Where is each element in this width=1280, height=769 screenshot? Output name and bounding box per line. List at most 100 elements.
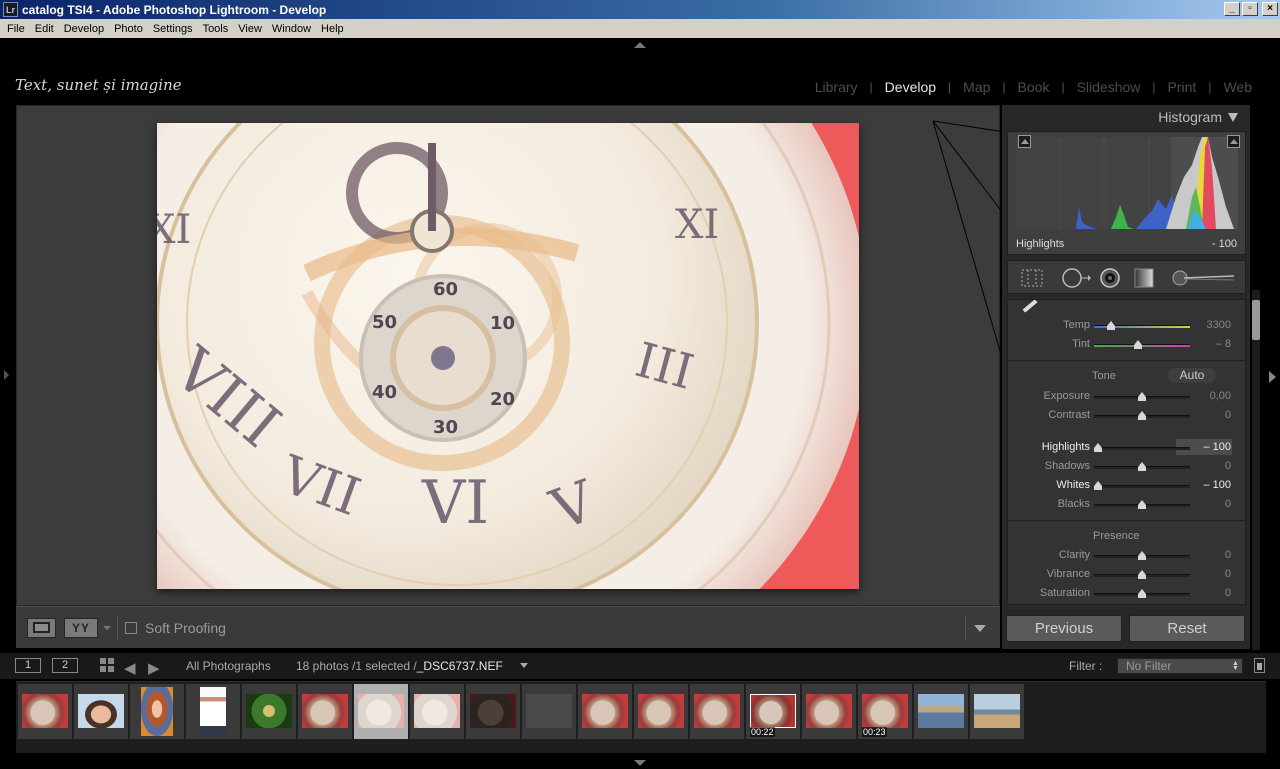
red-eye-icon[interactable] bbox=[1098, 268, 1122, 288]
slider-handle[interactable] bbox=[1093, 481, 1102, 490]
slider-clarity[interactable]: Clarity 0 bbox=[1008, 547, 1245, 565]
filmstrip-thumbnail[interactable] bbox=[914, 684, 968, 739]
left-panel-toggle-icon[interactable] bbox=[4, 370, 9, 380]
menu-file[interactable]: File bbox=[2, 23, 30, 35]
slider-track[interactable] bbox=[1094, 462, 1190, 471]
slider-value[interactable]: 3300 bbox=[1207, 319, 1231, 331]
filter-select[interactable]: No Filter ▲ ▼ bbox=[1117, 658, 1243, 674]
previous-button[interactable]: Previous bbox=[1006, 615, 1122, 642]
slider-value[interactable]: 0 bbox=[1225, 587, 1231, 599]
slider-value[interactable]: – 100 bbox=[1203, 441, 1231, 453]
slider-saturation[interactable]: Saturation 0 bbox=[1008, 585, 1245, 603]
module-map[interactable]: Map bbox=[951, 79, 1002, 95]
filmstrip-thumbnail[interactable] bbox=[298, 684, 352, 739]
slider-exposure[interactable]: Exposure 0,00 bbox=[1008, 388, 1245, 406]
adjustment-brush-icon[interactable] bbox=[1170, 268, 1236, 288]
slider-contrast[interactable]: Contrast 0 bbox=[1008, 407, 1245, 425]
slider-value[interactable]: – 8 bbox=[1216, 338, 1231, 350]
slider-value[interactable]: 0 bbox=[1225, 460, 1231, 472]
toolbar-content-menu-icon[interactable] bbox=[974, 625, 986, 632]
image-preview-area[interactable]: XI III V VI VII VIII XI 60 10 20 30 40 5… bbox=[16, 105, 1000, 606]
slider-tint[interactable]: Tint – 8 bbox=[1008, 336, 1245, 354]
slider-whites[interactable]: Whites – 100 bbox=[1008, 477, 1245, 495]
wb-eyedropper-icon[interactable] bbox=[1022, 300, 1038, 313]
menu-tools[interactable]: Tools bbox=[198, 23, 234, 35]
before-after-button[interactable]: YY bbox=[64, 617, 98, 638]
slider-temp[interactable]: Temp 3300 bbox=[1008, 317, 1245, 335]
right-panel-toggle-icon[interactable] bbox=[1269, 371, 1276, 383]
slider-handle[interactable] bbox=[1107, 321, 1116, 330]
module-develop[interactable]: Develop bbox=[873, 79, 948, 95]
highlight-clipping-toggle[interactable] bbox=[1227, 135, 1240, 148]
module-slideshow[interactable]: Slideshow bbox=[1065, 79, 1153, 95]
menu-develop[interactable]: Develop bbox=[59, 23, 109, 35]
slider-handle[interactable] bbox=[1134, 340, 1143, 349]
menu-edit[interactable]: Edit bbox=[30, 23, 59, 35]
slider-vibrance[interactable]: Vibrance 0 bbox=[1008, 566, 1245, 584]
filmstrip-thumbnail[interactable] bbox=[130, 684, 184, 739]
slider-track[interactable] bbox=[1094, 551, 1190, 560]
filmstrip-thumbnail[interactable] bbox=[802, 684, 856, 739]
filmstrip-thumbnail[interactable]: 00:22 bbox=[746, 684, 800, 739]
slider-shadows[interactable]: Shadows 0 bbox=[1008, 458, 1245, 476]
primary-window-button[interactable]: 1 bbox=[15, 658, 41, 673]
photo-preview[interactable]: XI III V VI VII VIII XI 60 10 20 30 40 5… bbox=[157, 123, 859, 589]
histogram-panel[interactable]: Highlights - 100 bbox=[1007, 131, 1246, 255]
shadow-clipping-toggle[interactable] bbox=[1018, 135, 1031, 148]
minimize-button[interactable]: _ bbox=[1224, 2, 1240, 16]
close-button[interactable]: × bbox=[1262, 2, 1278, 16]
filter-lock-icon[interactable] bbox=[1254, 658, 1265, 673]
restore-button[interactable]: ▫ bbox=[1242, 2, 1258, 16]
slider-handle[interactable] bbox=[1138, 392, 1146, 401]
slider-handle[interactable] bbox=[1138, 551, 1146, 560]
forward-arrow-icon[interactable]: ▶ bbox=[148, 659, 160, 677]
filmstrip-thumbnail[interactable]: 00:23 bbox=[858, 684, 912, 739]
slider-value[interactable]: 0 bbox=[1225, 409, 1231, 421]
filmstrip-source[interactable]: All Photographs bbox=[186, 659, 271, 673]
slider-value[interactable]: 0 bbox=[1225, 549, 1231, 561]
slider-track[interactable] bbox=[1093, 443, 1190, 452]
slider-track[interactable] bbox=[1094, 392, 1190, 401]
slider-handle[interactable] bbox=[1138, 411, 1146, 420]
crop-overlay-icon[interactable] bbox=[1020, 268, 1044, 288]
filmstrip-thumbnail[interactable] bbox=[242, 684, 296, 739]
slider-track[interactable] bbox=[1094, 589, 1190, 598]
bottom-panel-toggle-icon[interactable] bbox=[634, 760, 646, 766]
filmstrip-thumbnail[interactable] bbox=[970, 684, 1024, 739]
slider-handle[interactable] bbox=[1138, 462, 1146, 471]
filmstrip-thumbnail[interactable] bbox=[578, 684, 632, 739]
slider-value[interactable]: – 100 bbox=[1203, 479, 1231, 491]
filmstrip-thumbnail[interactable] bbox=[74, 684, 128, 739]
menu-help[interactable]: Help bbox=[316, 23, 349, 35]
menu-settings[interactable]: Settings bbox=[148, 23, 198, 35]
histogram-header[interactable]: Histogram bbox=[1002, 105, 1250, 129]
filmstrip-thumbnail[interactable] bbox=[522, 684, 576, 739]
grid-view-icon[interactable] bbox=[100, 658, 114, 672]
auto-tone-button[interactable]: Auto bbox=[1168, 368, 1216, 383]
filmstrip-count[interactable]: 18 photos /1 selected /_DSC6737.NEF bbox=[296, 659, 503, 673]
slider-track[interactable] bbox=[1094, 411, 1190, 420]
before-after-dropdown-icon[interactable] bbox=[103, 626, 111, 630]
loupe-view-button[interactable] bbox=[27, 617, 56, 638]
module-web[interactable]: Web bbox=[1211, 79, 1264, 95]
slider-highlights[interactable]: Highlights – 100 bbox=[1008, 439, 1245, 457]
slider-track[interactable] bbox=[1094, 570, 1190, 579]
secondary-window-button[interactable]: 2 bbox=[52, 658, 78, 673]
graduated-filter-icon[interactable] bbox=[1132, 268, 1156, 288]
spot-removal-icon[interactable] bbox=[1061, 268, 1091, 288]
filmstrip-thumbnail[interactable] bbox=[18, 684, 72, 739]
module-book[interactable]: Book bbox=[1006, 79, 1062, 95]
slider-value[interactable]: 0,00 bbox=[1210, 390, 1231, 402]
filmstrip-thumbnail[interactable] bbox=[690, 684, 744, 739]
slider-track[interactable] bbox=[1093, 481, 1190, 490]
filmstrip-thumbnail[interactable] bbox=[410, 684, 464, 739]
source-dropdown-icon[interactable] bbox=[520, 663, 528, 668]
slider-value[interactable]: 0 bbox=[1225, 568, 1231, 580]
top-panel-toggle-icon[interactable] bbox=[634, 42, 646, 48]
slider-blacks[interactable]: Blacks 0 bbox=[1008, 496, 1245, 514]
slider-handle[interactable] bbox=[1093, 443, 1102, 452]
slider-track[interactable] bbox=[1094, 321, 1190, 330]
slider-handle[interactable] bbox=[1138, 500, 1146, 509]
filmstrip-thumbnail[interactable] bbox=[354, 684, 408, 739]
filmstrip-thumbnail[interactable] bbox=[466, 684, 520, 739]
